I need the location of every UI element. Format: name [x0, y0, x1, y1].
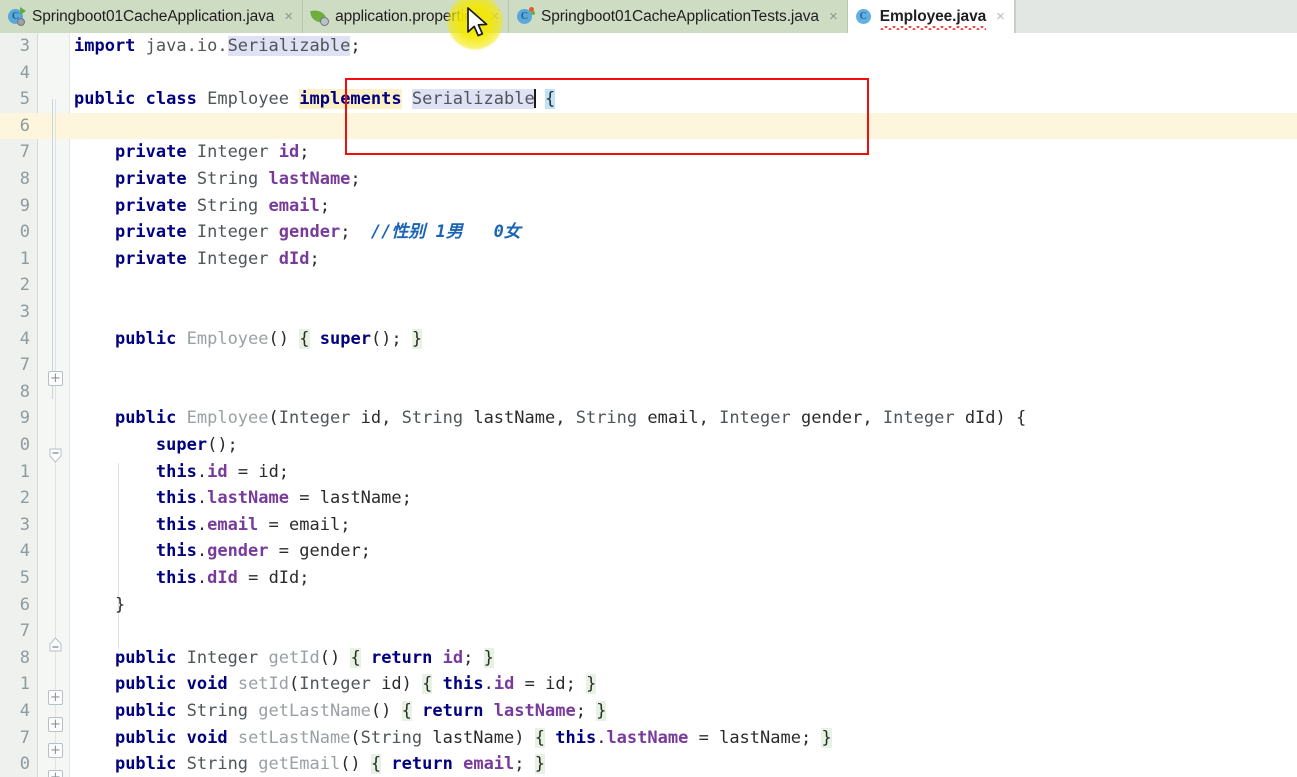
- code-line[interactable]: [70, 379, 74, 406]
- line-number: 8: [0, 645, 30, 672]
- line-number: 4: [0, 698, 30, 725]
- ide-window: C Springboot01CacheApplication.java × ap…: [0, 0, 1297, 777]
- code-line-field-id[interactable]: private Integer id;: [70, 139, 310, 166]
- editor-tab-label: Employee.java: [880, 8, 986, 26]
- code-line-field-lastname[interactable]: private String lastName;: [70, 166, 361, 193]
- code-line[interactable]: import java.io.Serializable;: [70, 33, 361, 60]
- line-number: 0: [0, 432, 30, 459]
- line-number: 7: [0, 139, 30, 166]
- close-icon[interactable]: ×: [284, 9, 293, 24]
- fold-expand-getid[interactable]: +: [48, 690, 63, 705]
- java-class-icon: C: [856, 8, 873, 25]
- code-line[interactable]: this.email = email;: [70, 512, 350, 539]
- line-number: 1: [0, 459, 30, 486]
- code-line[interactable]: super();: [70, 432, 238, 459]
- code-line[interactable]: this.id = id;: [70, 459, 289, 486]
- code-line-getemail[interactable]: public String getEmail() { return email;…: [70, 751, 545, 777]
- code-folding-gutter[interactable]: [38, 33, 70, 777]
- line-number: 4: [0, 60, 30, 87]
- code-line[interactable]: [70, 299, 74, 326]
- code-line[interactable]: [70, 352, 74, 379]
- editor-tab-label: Springboot01CacheApplication.java: [32, 8, 274, 26]
- line-number: 0: [0, 751, 30, 777]
- code-line[interactable]: this.dId = dId;: [70, 565, 310, 592]
- line-number: 1: [0, 246, 30, 273]
- line-number: 8: [0, 379, 30, 406]
- code-line-getid[interactable]: public Integer getId() { return id; }: [70, 645, 494, 672]
- line-number: 6: [0, 113, 30, 140]
- editor-tab-springboot01cacheapplication[interactable]: C Springboot01CacheApplication.java ×: [0, 0, 303, 33]
- editor-tab-springboot01cacheapplicationtests[interactable]: C Springboot01CacheApplicationTests.java…: [509, 0, 848, 33]
- code-editor[interactable]: 3 4 5 6 7 8 9 0 1 2 3 4 7 8 9 0 1 2 3 4 …: [0, 33, 1297, 777]
- editor-tab-employee[interactable]: C Employee.java ×: [848, 0, 1015, 33]
- editor-tab-application-properties[interactable]: application.properties ×: [303, 0, 509, 33]
- code-line-default-constructor[interactable]: public Employee() { super(); }: [70, 326, 422, 353]
- line-number: 3: [0, 512, 30, 539]
- fold-expand-setlastname[interactable]: +: [48, 770, 63, 777]
- code-line-class-declaration[interactable]: public class Employee implements Seriali…: [70, 86, 555, 113]
- close-icon[interactable]: ×: [490, 9, 499, 24]
- line-number: 8: [0, 166, 30, 193]
- line-number: 2: [0, 485, 30, 512]
- code-line[interactable]: this.lastName = lastName;: [70, 485, 412, 512]
- line-number: 7: [0, 618, 30, 645]
- code-line[interactable]: this.gender = gender;: [70, 538, 371, 565]
- line-number: 9: [0, 193, 30, 220]
- editor-tab-bar: C Springboot01CacheApplication.java × ap…: [0, 0, 1297, 33]
- editor-tab-label: Springboot01CacheApplicationTests.java: [541, 8, 819, 26]
- gutter-divider: [37, 33, 38, 777]
- code-line-field-did[interactable]: private Integer dId;: [70, 246, 320, 273]
- code-line-full-constructor[interactable]: public Employee(Integer id, String lastN…: [70, 405, 1026, 432]
- spring-leaf-icon: [311, 8, 328, 25]
- editor-tab-label: application.properties: [335, 8, 480, 26]
- code-line-getlastname[interactable]: public String getLastName() { return las…: [70, 698, 606, 725]
- code-line[interactable]: [70, 60, 74, 87]
- code-line-field-gender[interactable]: private Integer gender; //性别 1男 0女: [70, 219, 521, 246]
- code-line[interactable]: [70, 272, 74, 299]
- line-number: 3: [0, 299, 30, 326]
- line-number: 7: [0, 352, 30, 379]
- line-number: 2: [0, 272, 30, 299]
- code-line[interactable]: }: [70, 592, 125, 619]
- java-test-class-icon: C: [517, 8, 534, 25]
- line-number: 6: [0, 592, 30, 619]
- line-number: 3: [0, 33, 30, 60]
- fold-collapse-constructor-end[interactable]: [48, 637, 63, 652]
- code-line[interactable]: [70, 618, 74, 645]
- line-number: 5: [0, 86, 30, 113]
- line-number: 4: [0, 326, 30, 353]
- code-line-field-email[interactable]: private String email;: [70, 193, 330, 220]
- line-number: 4: [0, 538, 30, 565]
- fold-expand-setid[interactable]: +: [48, 717, 63, 732]
- code-block-guide: [55, 99, 56, 777]
- line-number: 9: [0, 405, 30, 432]
- tab-bar-empty-space: [1015, 0, 1297, 33]
- close-icon[interactable]: ×: [996, 9, 1005, 24]
- code-line[interactable]: [70, 113, 74, 140]
- line-number: 5: [0, 565, 30, 592]
- line-number: 0: [0, 219, 30, 246]
- fold-expand-getlastname[interactable]: +: [48, 743, 63, 758]
- line-number: 1: [0, 671, 30, 698]
- code-text-area[interactable]: import java.io.Serializable; public clas…: [70, 33, 1297, 777]
- fold-expand-default-constructor[interactable]: +: [48, 371, 63, 386]
- close-icon[interactable]: ×: [829, 9, 838, 24]
- java-springboot-run-icon: C: [8, 8, 25, 25]
- code-block-guide: [52, 99, 53, 399]
- fold-collapse-constructor[interactable]: [48, 448, 63, 463]
- line-number: 7: [0, 725, 30, 752]
- code-line-setlastname[interactable]: public void setLastName(String lastName)…: [70, 725, 832, 752]
- code-line-setid[interactable]: public void setId(Integer id) { this.id …: [70, 671, 596, 698]
